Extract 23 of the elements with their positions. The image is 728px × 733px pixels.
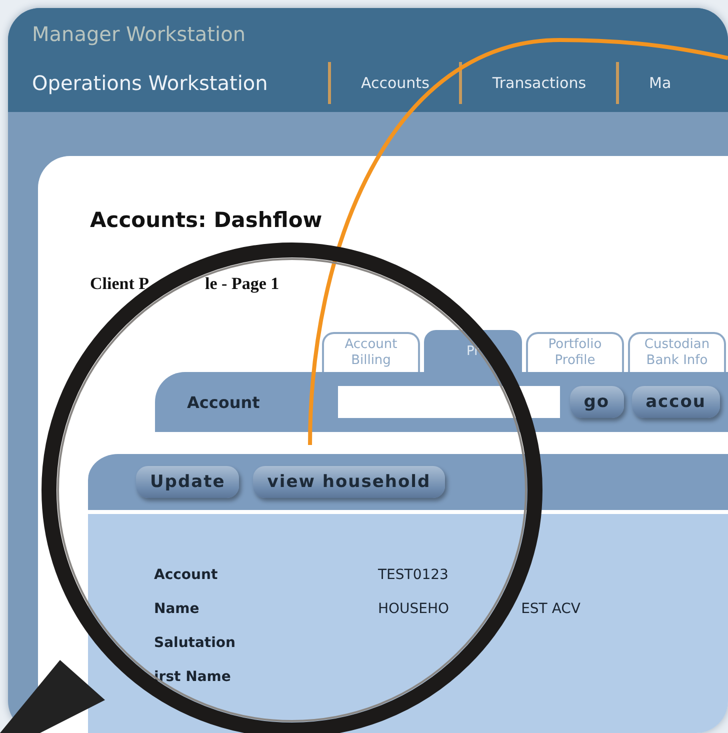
page-subtitle: Client P <box>90 274 150 294</box>
null[interactable]: go <box>570 386 624 418</box>
tab[interactable]: Account Billing <box>322 332 420 372</box>
null[interactable]: Update <box>136 466 240 498</box>
nav-link[interactable]: Accounts <box>331 74 460 92</box>
tab[interactable]: Custodian Bank Info <box>628 332 726 372</box>
tab[interactable]: Portfolio Profile <box>526 332 624 372</box>
nav-link[interactable]: Transactions <box>462 74 616 92</box>
nav-link[interactable]: Ma <box>619 74 702 92</box>
null[interactable]: accou <box>632 386 720 418</box>
null[interactable]: view household <box>253 466 445 498</box>
account-input-field[interactable] <box>338 386 560 418</box>
field-value: EST ACV <box>521 601 580 617</box>
account-label: Account <box>187 392 261 412</box>
field-value: HOUSEHO <box>378 601 450 617</box>
field-label: Account <box>154 567 219 583</box>
field-label: Name <box>154 601 200 617</box>
app-title: Manager Workstation <box>32 21 246 48</box>
section-title: Operations Workstation <box>32 71 269 95</box>
page-title: Accounts: Dashflow <box>90 208 324 232</box>
page-subtitle: le - Page 1 <box>205 274 280 294</box>
field-label: Salutation <box>154 635 237 651</box>
field-value: TEST0123 <box>378 567 448 583</box>
